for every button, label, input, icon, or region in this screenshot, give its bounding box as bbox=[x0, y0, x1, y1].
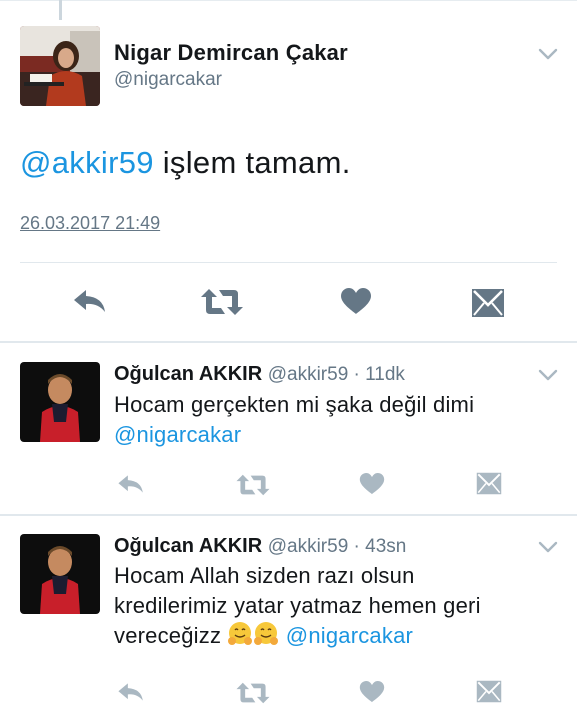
like-icon bbox=[359, 472, 385, 495]
tweet-body: işlem tamam. bbox=[153, 145, 351, 180]
chevron-down-icon[interactable] bbox=[538, 47, 558, 61]
tweet-text: Hocam gerçekten mi şaka değil dimi @niga… bbox=[114, 390, 554, 450]
reply-icon bbox=[118, 683, 143, 701]
direct-message-icon bbox=[476, 680, 502, 703]
hugging-face-emoji bbox=[254, 622, 279, 645]
retweet-icon bbox=[236, 474, 270, 496]
retweet-icon bbox=[236, 682, 270, 704]
mention-link[interactable]: @akkir59 bbox=[20, 145, 154, 180]
main-tweet: Nigar Demircan Çakar @nigarcakar @akkir5… bbox=[0, 0, 577, 342]
reply-tweet: Oğulcan AKKIR @akkir59 · 43sn Hocam Alla… bbox=[0, 516, 577, 721]
like-button[interactable] bbox=[359, 472, 385, 495]
direct-message-button[interactable] bbox=[471, 288, 505, 318]
hugging-face-emoji bbox=[228, 622, 253, 645]
tweet-text: @akkir59 işlem tamam. bbox=[20, 145, 351, 181]
handle-and-time[interactable]: @akkir59 · 11dk bbox=[268, 364, 405, 385]
tweet-timestamp[interactable]: 26.03.2017 21:49 bbox=[20, 213, 160, 234]
retweet-button[interactable] bbox=[235, 682, 271, 704]
divider bbox=[20, 262, 557, 263]
display-name[interactable]: Oğulcan AKKIR bbox=[114, 535, 262, 557]
display-name[interactable]: Nigar Demircan Çakar bbox=[114, 40, 348, 66]
reply-icon bbox=[74, 290, 105, 312]
reply-header: Oğulcan AKKIR @akkir59 · 11dk bbox=[114, 363, 405, 386]
reply-button[interactable] bbox=[72, 287, 108, 315]
avatar[interactable] bbox=[20, 534, 100, 614]
chevron-down-icon[interactable] bbox=[538, 368, 558, 382]
direct-message-icon bbox=[472, 289, 504, 317]
like-button[interactable] bbox=[340, 287, 372, 315]
direct-message-button[interactable] bbox=[476, 472, 502, 495]
like-button[interactable] bbox=[359, 680, 385, 703]
like-icon bbox=[341, 288, 371, 314]
retweet-button[interactable] bbox=[200, 288, 244, 316]
reply-header: Oğulcan AKKIR @akkir59 · 43sn bbox=[114, 535, 406, 558]
handle-and-time[interactable]: @akkir59 · 43sn bbox=[268, 536, 407, 557]
chevron-down-icon[interactable] bbox=[538, 540, 558, 554]
avatar[interactable] bbox=[20, 362, 100, 442]
retweet-icon bbox=[201, 289, 243, 315]
mention-link[interactable]: @nigarcakar bbox=[286, 623, 413, 648]
display-name[interactable]: Oğulcan AKKIR bbox=[114, 363, 262, 385]
mention-link[interactable]: @nigarcakar bbox=[114, 422, 241, 447]
reply-icon bbox=[118, 475, 143, 493]
avatar[interactable] bbox=[20, 26, 100, 106]
tweet-body: Hocam gerçekten mi şaka değil dimi bbox=[114, 392, 475, 417]
reply-button[interactable] bbox=[116, 473, 146, 495]
direct-message-icon bbox=[476, 472, 502, 495]
reply-tweet: Oğulcan AKKIR @akkir59 · 11dk Hocam gerç… bbox=[0, 343, 577, 515]
tweet-text: Hocam Allah sizden razı olsun kredilerim… bbox=[114, 561, 534, 651]
like-icon bbox=[359, 680, 385, 703]
retweet-button[interactable] bbox=[235, 474, 271, 496]
reply-button[interactable] bbox=[116, 681, 146, 703]
user-handle[interactable]: @nigarcakar bbox=[114, 69, 222, 91]
direct-message-button[interactable] bbox=[476, 680, 502, 703]
